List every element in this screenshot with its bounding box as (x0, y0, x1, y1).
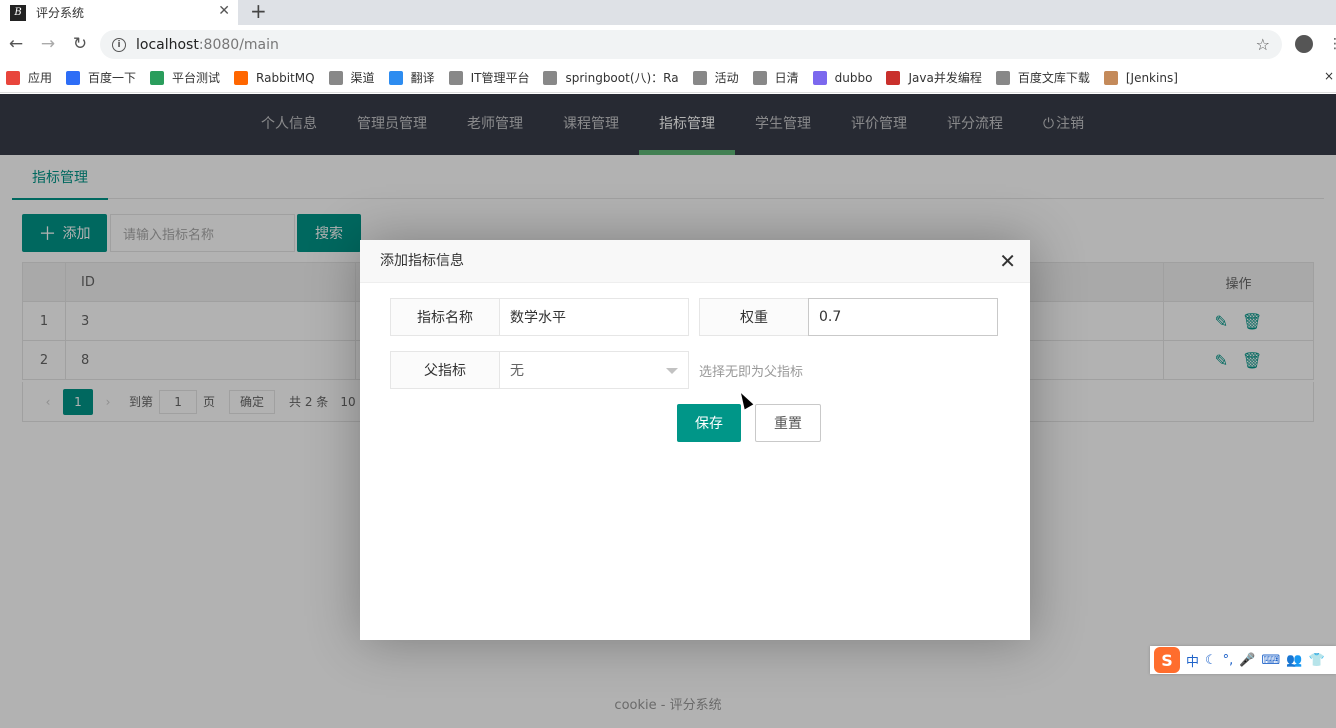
bookmark-icon (752, 70, 767, 85)
user-icon[interactable]: 👥 (1286, 653, 1302, 668)
bookmark-icon (234, 70, 249, 85)
bookmark-label: 渠道 (350, 71, 375, 85)
close-tab-icon[interactable]: ✕ (218, 3, 230, 19)
chevron-down-icon (666, 368, 678, 374)
keyboard-icon[interactable]: ⌨ (1262, 653, 1281, 668)
bookmark-icon (1103, 70, 1118, 85)
close-dialog-icon[interactable]: ✕ (999, 250, 1016, 272)
bookmark-label: [Jenkins] (1125, 70, 1178, 85)
bookmark-icon (6, 70, 20, 85)
bookmark-label: 百度文库下载 (1017, 71, 1090, 85)
bookmark-icon (328, 70, 343, 85)
site-favicon-icon: B (10, 4, 26, 21)
address-bar: ← → ↻ i localhost:8080/main ☆ (0, 25, 1336, 63)
save-button[interactable]: 保存 (677, 404, 741, 442)
bookmark-label: Java并发编程 (908, 71, 982, 85)
bookmarks-bar: 应用 百度一下 平台测试 RabbitMQ 渠道 翻译 IT管理平台 springboot(八… (0, 63, 1336, 93)
parent-index-select[interactable]: 无 (499, 351, 689, 389)
bookmark-label: 翻译 (410, 71, 435, 85)
bookmark-icon (448, 70, 463, 85)
weight-label: 权重 (699, 298, 809, 336)
bookmark-item[interactable]: 渠道 (328, 69, 375, 86)
browser-tab[interactable]: B 评分系统 ✕ (0, 0, 238, 25)
url-field[interactable]: i localhost:8080/main ☆ (100, 30, 1282, 59)
back-icon[interactable]: ← (0, 34, 32, 54)
bookmark-icon (692, 70, 707, 85)
bookmark-item[interactable]: 平台测试 (150, 69, 220, 86)
bookmark-item[interactable]: dubbo (812, 70, 873, 85)
bookmark-label: springboot(八)：Ra (565, 71, 679, 85)
bookmark-label: dubbo (834, 70, 873, 85)
bookmark-label: 活动 (714, 71, 739, 85)
dialog-title: 添加指标信息 (360, 240, 1030, 283)
bookmark-item[interactable]: 百度文库下载 (995, 69, 1090, 86)
bookmark-star-icon[interactable]: ☆ (1256, 35, 1270, 54)
ime-mode-indicator[interactable]: 中 (1186, 651, 1199, 670)
ime-toolbar: S 中 ☾ °, 🎤 ⌨ 👥 👕 (1150, 646, 1336, 674)
bookmark-icon (150, 70, 165, 85)
tab-title: 评分系统 (36, 6, 85, 20)
bookmark-item[interactable]: 日清 (752, 69, 799, 86)
sogou-logo-icon[interactable]: S (1154, 647, 1180, 673)
bookmark-icon (543, 70, 558, 85)
reset-button[interactable]: 重置 (755, 404, 821, 442)
bookmark-label: IT管理平台 (470, 71, 530, 85)
bookmark-item[interactable]: 翻译 (388, 69, 435, 86)
microphone-icon[interactable]: 🎤 (1239, 653, 1255, 668)
bookmark-item[interactable]: RabbitMQ (234, 70, 315, 85)
bookmark-item[interactable]: [Jenkins] (1103, 70, 1178, 85)
bookmark-item[interactable]: 应用 (6, 69, 52, 86)
parent-index-value: 无 (510, 363, 524, 379)
forward-icon[interactable]: → (32, 34, 64, 54)
reload-icon[interactable]: ↻ (64, 34, 96, 54)
bookmark-icon (886, 70, 901, 85)
menu-icon[interactable]: ⋮ (1328, 36, 1336, 52)
punctuation-icon[interactable]: °, (1223, 653, 1234, 668)
bookmark-item[interactable]: 百度一下 (66, 69, 136, 86)
bookmark-label: 平台测试 (172, 71, 221, 85)
new-tab-button[interactable]: + (250, 0, 267, 22)
bookmark-item[interactable]: 活动 (692, 69, 739, 86)
bookmark-item[interactable]: Java并发编程 (886, 69, 982, 86)
bookmark-label: RabbitMQ (256, 70, 315, 85)
moon-icon[interactable]: ☾ (1205, 653, 1217, 668)
shirt-icon[interactable]: 👕 (1308, 653, 1324, 668)
close-icon[interactable]: × (1324, 69, 1334, 83)
url-text: localhost:8080/main (136, 36, 279, 53)
index-name-label: 指标名称 (390, 298, 500, 336)
bookmark-label: 日清 (774, 71, 799, 85)
parent-index-label: 父指标 (390, 351, 500, 389)
bookmark-label: 百度一下 (88, 71, 137, 85)
info-icon[interactable]: i (112, 37, 126, 52)
bookmark-item[interactable]: springboot(八)：Ra (543, 69, 679, 86)
add-index-dialog: 添加指标信息 ✕ 指标名称 数学水平 权重 0.7 父指标 无 选择无即为父指标… (360, 240, 1030, 640)
weight-field[interactable]: 0.7 (808, 298, 998, 336)
bookmark-icon (812, 70, 827, 85)
bookmark-icon (995, 70, 1010, 85)
profile-icon[interactable] (1295, 35, 1313, 53)
bookmark-icon (388, 70, 403, 85)
bookmark-label: 应用 (28, 71, 53, 85)
bookmark-icon (66, 70, 81, 85)
browser-tab-bar: B 评分系统 ✕ + (0, 0, 1336, 25)
parent-index-hint: 选择无即为父指标 (699, 365, 804, 380)
index-name-field[interactable]: 数学水平 (499, 298, 689, 336)
bookmark-item[interactable]: IT管理平台 (448, 69, 530, 86)
